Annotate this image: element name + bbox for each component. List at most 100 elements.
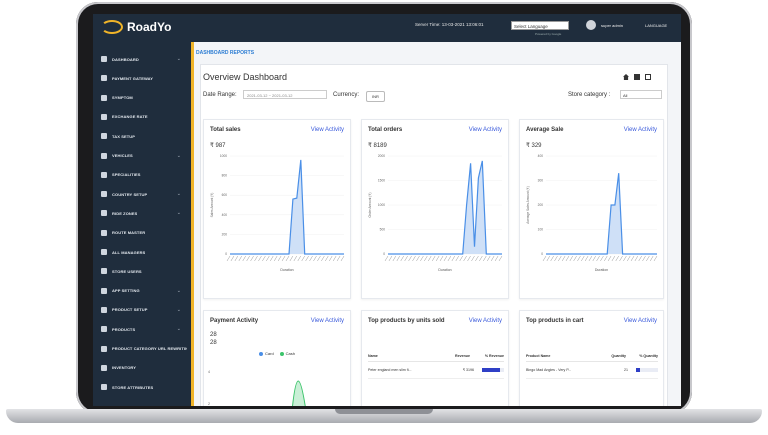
- language-link[interactable]: LANGUAGE: [645, 23, 667, 28]
- x-tick: [455, 255, 459, 262]
- x-tick: [262, 255, 266, 262]
- y-tick-label: 200: [538, 203, 544, 207]
- x-tick: [569, 255, 574, 262]
- sidebar-item-all-managers[interactable]: ALL MANAGERS: [101, 247, 187, 257]
- y-tick-label: 800: [222, 174, 228, 178]
- total-orders-chart: Order Amount (₹) 2000 1500 1000 500 0 Duration: [368, 154, 503, 272]
- sidebar-item-country-setup[interactable]: COUNTRY SETUP ⌄: [101, 189, 187, 199]
- currency-button[interactable]: INR: [366, 91, 385, 102]
- card-value: ₹ 329: [526, 143, 542, 149]
- header-icons: [623, 74, 651, 80]
- menu-icon: [101, 249, 107, 255]
- user-menu[interactable]: super admin: [601, 23, 623, 28]
- sidebar-item-vehicles[interactable]: VEHICLES ⌄: [101, 151, 187, 161]
- x-tick: [258, 255, 262, 262]
- table-row[interactable]: Bingo Mad Angles - Very P... 21: [526, 362, 658, 379]
- x-tick: [305, 255, 309, 262]
- view-activity-link[interactable]: View Activity: [311, 127, 344, 133]
- sidebar-item-label: SYMPTOM: [112, 95, 133, 101]
- sidebar-item-route-master[interactable]: ROUTE MASTER: [101, 228, 187, 238]
- view-activity-link[interactable]: View Activity: [311, 318, 344, 324]
- calendar-icon[interactable]: [634, 74, 640, 80]
- card-title: Top products by units sold: [368, 318, 445, 324]
- sidebar-item-symptom[interactable]: SYMPTOM: [101, 93, 187, 103]
- sidebar-item-label: SPECIALITIES: [112, 172, 141, 178]
- sidebar-item-dashboard[interactable]: DASHBOARD ⌄: [101, 54, 187, 64]
- menu-icon: [101, 113, 107, 120]
- legend-cash[interactable]: Cash: [279, 351, 295, 356]
- x-tick: [408, 255, 412, 262]
- x-axis-label: Duration: [595, 268, 608, 272]
- menu-icon: [101, 75, 107, 82]
- sidebar-item-store-users[interactable]: STORE USERS: [101, 266, 187, 276]
- x-tick: [483, 255, 487, 262]
- x-tick: [317, 255, 321, 262]
- logo-icon: [101, 20, 123, 34]
- breadcrumb[interactable]: DASHBOARD REPORTS: [196, 50, 254, 56]
- menu-icon: [101, 326, 107, 333]
- language-select[interactable]: Select Language: [511, 21, 569, 30]
- top-units-table: Name Revenue % Revenue Peter england men…: [368, 351, 504, 379]
- chevron-down-icon: ⌄: [176, 191, 181, 198]
- x-tick: [634, 255, 639, 262]
- x-tick: [653, 255, 658, 262]
- app-screen: RoadYo Server Time: 13-03-2021 13:06:01 …: [93, 14, 681, 406]
- chevron-down-icon: ⌄: [176, 56, 181, 62]
- sidebar-item-ride-zones[interactable]: RIDE ZONES ⌄: [101, 208, 187, 218]
- menu-icon: [101, 191, 107, 198]
- date-range-input[interactable]: 2021-03-12 ~ 2021-03-12: [243, 90, 327, 99]
- store-category-select[interactable]: All: [620, 90, 662, 99]
- sidebar-item-label: PRODUCT SETUP: [112, 307, 148, 313]
- home-icon[interactable]: [623, 74, 629, 80]
- avatar[interactable]: [586, 20, 596, 30]
- store-category-label: Store category :: [568, 92, 611, 98]
- x-tick: [230, 255, 235, 262]
- x-tick: [266, 255, 270, 262]
- view-activity-link[interactable]: View Activity: [469, 318, 502, 324]
- x-tick: [447, 255, 452, 262]
- x-tick: [325, 255, 329, 262]
- sidebar-item-product-setup[interactable]: PRODUCT SETUP ⌄: [101, 305, 187, 315]
- sidebar-item-store-attributes[interactable]: STORE ATTRIBUTES: [101, 382, 187, 392]
- powered-by: Powered by Google: [535, 32, 562, 36]
- card-title: Total sales: [210, 127, 241, 133]
- x-tick: [611, 255, 616, 262]
- view-activity-link[interactable]: View Activity: [624, 127, 657, 133]
- sidebar-item-app-setting[interactable]: APP SETTING ⌄: [101, 286, 187, 296]
- sidebar-item-label: APP SETTING: [112, 288, 140, 294]
- view-activity-link[interactable]: View Activity: [624, 318, 657, 324]
- x-tick: [596, 255, 600, 262]
- sidebar-item-label: STORE ATTRIBUTES: [112, 384, 154, 390]
- y-tick-label: 100: [538, 228, 544, 232]
- payment-legend: Card Cash: [259, 351, 295, 356]
- x-tick: [226, 255, 231, 262]
- sidebar-item-label: COUNTRY SETUP: [112, 191, 148, 197]
- x-tick: [396, 255, 401, 262]
- x-tick: [475, 255, 479, 262]
- x-tick: [340, 255, 345, 262]
- view-activity-link[interactable]: View Activity: [469, 127, 502, 133]
- sidebar-item-specialities[interactable]: SPECIALITIES: [101, 170, 187, 180]
- y-tick-label: 0: [225, 252, 227, 256]
- table-header: Product Name Quantity % Quantity: [526, 351, 658, 362]
- cash-count: 28: [210, 340, 217, 346]
- sidebar-item-product-category-url-rewriting[interactable]: PRODUCT CATEGORY URL REWRITING: [101, 344, 187, 354]
- logo[interactable]: RoadYo: [101, 20, 171, 34]
- sidebar-item-tax-setup[interactable]: TAX SETUP: [101, 131, 187, 141]
- y-axis-label: Order Amount (₹): [368, 193, 372, 218]
- sidebar-item-exchange-rate[interactable]: EXCHANGE RATE: [101, 112, 187, 122]
- x-tick: [554, 255, 558, 262]
- x-tick: [270, 255, 274, 262]
- x-tick: [626, 255, 631, 262]
- sidebar-item-payment-gateway[interactable]: PAYMENT GATEWAY: [101, 73, 187, 83]
- sidebar-item-products[interactable]: PRODUCTS ⌄: [101, 324, 187, 334]
- svg-text:2: 2: [208, 402, 210, 406]
- x-tick: [424, 255, 428, 262]
- sidebar-item-inventory[interactable]: INVENTORY: [101, 363, 187, 373]
- sidebar-item-label: PAYMENT GATEWAY: [112, 75, 154, 81]
- table-row[interactable]: Peter england men slim fi... ₹ 3196: [368, 362, 504, 379]
- legend-card[interactable]: Card: [259, 351, 274, 356]
- x-tick: [443, 255, 448, 262]
- edit-icon[interactable]: [645, 74, 651, 80]
- card-title: Top products in cart: [526, 318, 584, 324]
